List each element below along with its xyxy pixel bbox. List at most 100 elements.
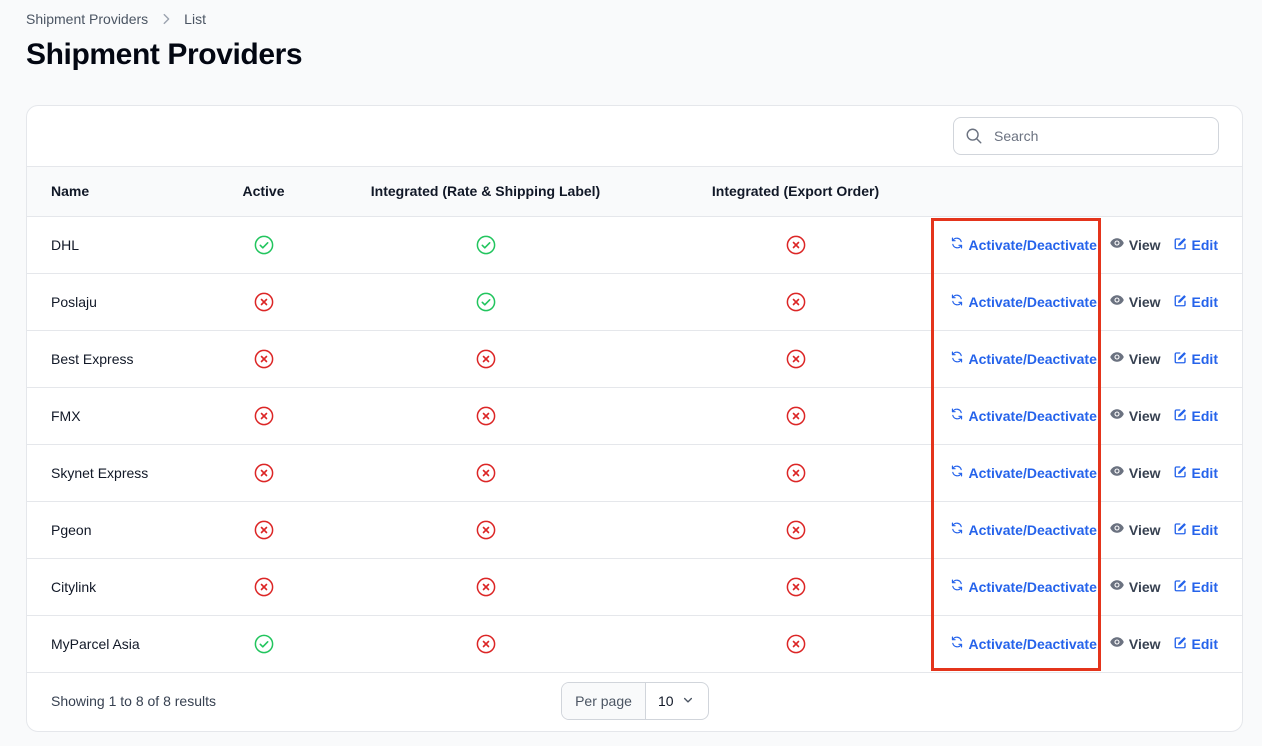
view-button[interactable]: View bbox=[1109, 634, 1161, 653]
provider-name: Skynet Express bbox=[51, 464, 149, 481]
search-icon bbox=[954, 127, 994, 145]
refresh-icon bbox=[950, 635, 964, 652]
activate-deactivate-button[interactable]: Activate/Deactivate bbox=[950, 464, 1097, 481]
table-footer: Showing 1 to 8 of 8 results Per page 10 bbox=[27, 670, 1242, 731]
edit-button[interactable]: Edit bbox=[1173, 578, 1218, 596]
x-circle-icon bbox=[254, 577, 274, 597]
table-toolbar bbox=[27, 106, 1242, 167]
eye-icon bbox=[1109, 463, 1125, 482]
search-box[interactable] bbox=[953, 117, 1219, 155]
results-summary: Showing 1 to 8 of 8 results bbox=[51, 693, 216, 709]
x-circle-icon bbox=[786, 634, 806, 654]
view-button[interactable]: View bbox=[1109, 349, 1161, 368]
row-actions: Activate/Deactivate View Edit bbox=[940, 235, 1218, 254]
row-actions: Activate/Deactivate View Edit bbox=[940, 292, 1218, 311]
provider-name: Pgeon bbox=[51, 521, 92, 538]
edit-button[interactable]: Edit bbox=[1173, 350, 1218, 368]
eye-icon bbox=[1109, 235, 1125, 254]
refresh-icon bbox=[950, 236, 964, 253]
column-header-integrated-export[interactable]: Integrated (Export Order) bbox=[651, 167, 940, 216]
edit-icon bbox=[1173, 635, 1188, 653]
x-circle-icon bbox=[476, 463, 496, 483]
edit-icon bbox=[1173, 464, 1188, 482]
edit-button[interactable]: Edit bbox=[1173, 635, 1218, 653]
x-circle-icon bbox=[254, 349, 274, 369]
activate-deactivate-button[interactable]: Activate/Deactivate bbox=[950, 635, 1097, 652]
providers-table-card: Name Active Integrated (Rate & Shipping … bbox=[26, 105, 1243, 732]
column-header-integrated-rate[interactable]: Integrated (Rate & Shipping Label) bbox=[320, 167, 651, 216]
per-page-select[interactable]: 10 bbox=[646, 683, 708, 719]
x-circle-icon bbox=[476, 577, 496, 597]
activate-deactivate-button[interactable]: Activate/Deactivate bbox=[950, 578, 1097, 595]
x-circle-icon bbox=[786, 463, 806, 483]
provider-name: Poslaju bbox=[51, 293, 97, 310]
breadcrumb-item-list: List bbox=[184, 11, 206, 27]
table-row: Citylink Activate/Deactivate View Edit bbox=[27, 558, 1242, 615]
activate-deactivate-label: Activate/Deactivate bbox=[968, 236, 1097, 253]
chevron-down-icon bbox=[682, 693, 694, 709]
view-button[interactable]: View bbox=[1109, 577, 1161, 596]
view-button[interactable]: View bbox=[1109, 520, 1161, 539]
table-header-row: Name Active Integrated (Rate & Shipping … bbox=[27, 167, 1242, 216]
edit-button[interactable]: Edit bbox=[1173, 236, 1218, 254]
x-circle-icon bbox=[476, 406, 496, 426]
view-button[interactable]: View bbox=[1109, 292, 1161, 311]
activate-deactivate-label: Activate/Deactivate bbox=[968, 635, 1097, 652]
provider-name: DHL bbox=[51, 236, 80, 253]
row-actions: Activate/Deactivate View Edit bbox=[940, 520, 1218, 539]
x-circle-icon bbox=[254, 406, 274, 426]
edit-button[interactable]: Edit bbox=[1173, 521, 1218, 539]
edit-label: Edit bbox=[1191, 464, 1218, 481]
activate-deactivate-button[interactable]: Activate/Deactivate bbox=[950, 236, 1097, 253]
edit-button[interactable]: Edit bbox=[1173, 293, 1218, 311]
breadcrumb-item-shipment-providers[interactable]: Shipment Providers bbox=[26, 11, 148, 27]
per-page-control: Per page 10 bbox=[561, 682, 709, 720]
view-button[interactable]: View bbox=[1109, 406, 1161, 425]
x-circle-icon bbox=[254, 520, 274, 540]
column-header-active[interactable]: Active bbox=[207, 167, 320, 216]
edit-label: Edit bbox=[1191, 521, 1218, 538]
x-circle-icon bbox=[476, 520, 496, 540]
table-row: DHL Activate/Deactivate View Edit bbox=[27, 216, 1242, 273]
view-label: View bbox=[1128, 293, 1161, 310]
table-row: Pgeon Activate/Deactivate View Edit bbox=[27, 501, 1242, 558]
activate-deactivate-button[interactable]: Activate/Deactivate bbox=[950, 521, 1097, 538]
refresh-icon bbox=[950, 293, 964, 310]
edit-icon bbox=[1173, 407, 1188, 425]
check-circle-icon bbox=[254, 235, 274, 255]
x-circle-icon bbox=[786, 292, 806, 312]
row-actions: Activate/Deactivate View Edit bbox=[940, 634, 1218, 653]
x-circle-icon bbox=[786, 406, 806, 426]
view-button[interactable]: View bbox=[1109, 235, 1161, 254]
search-input[interactable] bbox=[994, 128, 1204, 144]
breadcrumb: Shipment Providers List bbox=[26, 11, 206, 27]
page-title: Shipment Providers bbox=[26, 38, 303, 71]
providers-table: Name Active Integrated (Rate & Shipping … bbox=[27, 167, 1242, 673]
chevron-right-icon bbox=[158, 11, 174, 27]
view-label: View bbox=[1128, 578, 1161, 595]
x-circle-icon bbox=[476, 634, 496, 654]
column-header-name[interactable]: Name bbox=[27, 167, 207, 216]
edit-label: Edit bbox=[1191, 635, 1218, 652]
provider-name: Citylink bbox=[51, 578, 97, 595]
provider-name: MyParcel Asia bbox=[51, 635, 140, 652]
edit-icon bbox=[1173, 350, 1188, 368]
edit-button[interactable]: Edit bbox=[1173, 407, 1218, 425]
eye-icon bbox=[1109, 520, 1125, 539]
activate-deactivate-button[interactable]: Activate/Deactivate bbox=[950, 293, 1097, 310]
activate-deactivate-button[interactable]: Activate/Deactivate bbox=[950, 350, 1097, 367]
per-page-value: 10 bbox=[658, 693, 674, 709]
view-button[interactable]: View bbox=[1109, 463, 1161, 482]
activate-deactivate-button[interactable]: Activate/Deactivate bbox=[950, 407, 1097, 424]
per-page-label: Per page bbox=[562, 683, 646, 719]
eye-icon bbox=[1109, 406, 1125, 425]
check-circle-icon bbox=[476, 292, 496, 312]
refresh-icon bbox=[950, 350, 964, 367]
edit-icon bbox=[1173, 521, 1188, 539]
activate-deactivate-label: Activate/Deactivate bbox=[968, 350, 1097, 367]
check-circle-icon bbox=[254, 634, 274, 654]
activate-deactivate-label: Activate/Deactivate bbox=[968, 293, 1097, 310]
edit-button[interactable]: Edit bbox=[1173, 464, 1218, 482]
edit-label: Edit bbox=[1191, 293, 1218, 310]
edit-label: Edit bbox=[1191, 578, 1218, 595]
